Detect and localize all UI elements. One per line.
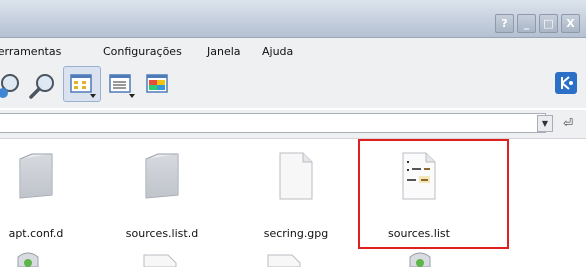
file-name: sources.list.d [125, 227, 199, 240]
menu-configuracoes[interactable]: Configurações [103, 45, 182, 58]
detail-view-icon [109, 74, 135, 98]
zoom-in-icon [0, 74, 19, 98]
file-item-secring-gpg[interactable]: secring.gpg [241, 151, 351, 240]
highlight-box [358, 139, 509, 249]
help-button[interactable]: ? [495, 14, 514, 33]
detail-view-button[interactable] [104, 67, 138, 101]
next-row-icons [0, 251, 586, 267]
icon-view-button[interactable] [63, 66, 101, 102]
minimize-button[interactable]: _ [517, 14, 536, 33]
go-icon[interactable]: ⏎ [560, 115, 576, 132]
close-button[interactable]: X [561, 14, 580, 33]
kde-logo-icon[interactable] [554, 71, 578, 95]
file-name: apt.conf.d [8, 227, 64, 240]
folder-icon [145, 153, 179, 199]
preview-icon [146, 74, 168, 93]
file-item-apt-conf-d[interactable]: apt.conf.d [0, 151, 91, 240]
zoom-out-icon [29, 74, 54, 99]
location-dropdown-button[interactable]: ▼ [537, 115, 553, 132]
file-name: secring.gpg [263, 227, 329, 240]
menubar: Ferramentas Configurações Janela Ajuda [0, 38, 586, 64]
toolbar [0, 64, 586, 108]
document-icon [279, 152, 313, 200]
folder-icon [19, 153, 53, 199]
window-buttons: ? _ □ X [495, 14, 580, 33]
menu-ferramentas[interactable]: Ferramentas [0, 45, 61, 58]
window-titlebar[interactable]: ? _ □ X [0, 0, 586, 38]
location-bar: ▼ ⏎ [0, 110, 586, 139]
file-item-sources-list-d[interactable]: sources.list.d [107, 151, 217, 240]
menu-ajuda[interactable]: Ajuda [262, 45, 293, 58]
zoom-in-button[interactable] [0, 67, 22, 101]
zoom-out-button[interactable] [27, 67, 57, 101]
location-input[interactable] [0, 113, 546, 133]
preview-button[interactable] [141, 67, 171, 101]
menu-janela[interactable]: Janela [207, 45, 241, 58]
icon-view-icon [70, 74, 96, 98]
maximize-button[interactable]: □ [539, 14, 558, 33]
